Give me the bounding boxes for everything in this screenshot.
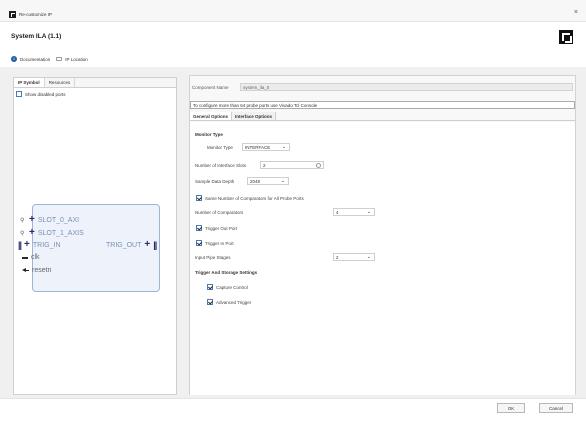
- ip-location-link[interactable]: IP Location: [65, 57, 87, 62]
- pipe-stages-label: Input Pipe Stages: [195, 255, 231, 260]
- depth-label: Sample Data Depth: [195, 179, 235, 184]
- window-title: Re-customize IP: [19, 12, 53, 17]
- port-trig-in: || + TRIG_IN: [18, 240, 61, 250]
- num-slots-label: Number of Interface Slots: [195, 163, 247, 168]
- zoom-icon: ⚲: [20, 217, 25, 224]
- info-icon: i: [11, 56, 17, 62]
- documentation-link[interactable]: Documentation: [20, 57, 50, 62]
- component-name-field: system_ila_0: [240, 83, 573, 91]
- monitor-type-value: INTERFACE: [245, 145, 271, 150]
- component-name-label: Component Name: [192, 84, 229, 90]
- clear-icon[interactable]: [316, 163, 321, 168]
- port-label: resetn: [32, 267, 52, 274]
- trigger-storage-section: Trigger And Storage Settings: [195, 270, 258, 275]
- port-label: TRIG_IN: [32, 241, 61, 249]
- chevron-down-icon: ⌄: [366, 209, 371, 215]
- capture-control-row: Capture Control: [207, 284, 248, 290]
- monitor-type-section: Monitor Type: [195, 132, 223, 137]
- port-label: SLOT_0_AXI: [37, 216, 80, 224]
- expand-plus-icon[interactable]: +: [24, 240, 30, 250]
- port-label: SLOT_1_AXIS: [37, 229, 84, 237]
- num-comparators-select[interactable]: 4 ⌄: [333, 208, 375, 216]
- vendor-logo-icon: [559, 30, 573, 44]
- pipe-stages-select[interactable]: 2 ⌄: [333, 253, 375, 261]
- advanced-trigger-row: Advanced Trigger: [207, 299, 251, 305]
- show-disabled-ports-label: Show disabled ports: [25, 91, 66, 97]
- same-comparators-label: Same Number of Comparators for All Probe…: [205, 195, 304, 201]
- app-icon: [9, 11, 16, 18]
- bus-bars-icon: ||: [18, 240, 22, 250]
- left-tab-bar: IP Symbol Resources: [14, 78, 176, 88]
- port-slot-0-axi: ⚲ + SLOT_0_AXI: [20, 215, 80, 225]
- trigger-out-row: Trigger Out Port: [196, 225, 237, 231]
- port-slot-1-axis: ⚲ + SLOT_1_AXIS: [20, 228, 84, 238]
- zoom-icon: ⚲: [20, 230, 25, 237]
- wire-icon: [22, 256, 28, 259]
- num-comparators-value: 4: [336, 210, 339, 215]
- title-bar: Re-customize IP ×: [0, 0, 586, 22]
- show-disabled-ports-row: Show disabled ports: [14, 88, 176, 100]
- port-trig-out: TRIG_OUT + ||: [106, 240, 157, 250]
- monitor-type-label: Monitor Type: [207, 145, 233, 150]
- depth-value: 2048: [250, 179, 261, 184]
- pipe-stages-value: 2: [336, 255, 339, 260]
- trigger-out-label: Trigger Out Port: [205, 225, 238, 231]
- general-options-body: Monitor Type Monitor Type INTERFACE ⌄ Nu…: [190, 122, 575, 395]
- bus-bars-icon: ||: [153, 240, 157, 250]
- num-slots-value: 2: [263, 163, 266, 168]
- ip-title: System ILA (1.1): [11, 33, 62, 40]
- port-label: clk: [31, 254, 40, 261]
- right-tab-bar: General Options Interface Options: [190, 112, 575, 121]
- capture-control-checkbox[interactable]: [207, 284, 213, 290]
- right-panel: Component Name system_ila_0 To configure…: [189, 75, 576, 395]
- header-links: i Documentation IP Location: [11, 56, 88, 62]
- trigger-out-checkbox[interactable]: [196, 225, 202, 231]
- trigger-in-label: Trigger In Port: [205, 240, 234, 246]
- close-icon[interactable]: ×: [574, 9, 578, 17]
- num-slots-field[interactable]: 2: [260, 161, 324, 169]
- cancel-button[interactable]: Cancel: [539, 403, 573, 413]
- advanced-trigger-checkbox[interactable]: [207, 299, 213, 305]
- ok-button[interactable]: OK: [497, 403, 525, 413]
- advanced-trigger-label: Advanced Trigger: [216, 299, 252, 305]
- expand-plus-icon[interactable]: +: [29, 215, 35, 225]
- folder-icon: [56, 57, 63, 61]
- tab-resources[interactable]: Resources: [45, 78, 76, 87]
- probe-ports-notice: To configure more than 64 probe ports us…: [190, 101, 575, 109]
- tab-interface-options[interactable]: Interface Options: [232, 112, 277, 120]
- reset-arrow-icon: [22, 268, 29, 273]
- chevron-down-icon: ⌄: [281, 144, 286, 150]
- dialog-footer: OK Cancel: [0, 398, 586, 430]
- port-clk: clk: [22, 254, 40, 261]
- trigger-in-checkbox[interactable]: [196, 240, 202, 246]
- chevron-down-icon: ⌄: [280, 178, 285, 184]
- trigger-in-row: Trigger In Port: [196, 240, 234, 246]
- expand-plus-icon[interactable]: +: [29, 228, 35, 238]
- component-name-row: Component Name system_ila_0: [190, 82, 575, 92]
- show-disabled-ports-checkbox[interactable]: [16, 91, 22, 97]
- dialog-content: IP Symbol Resources Show disabled ports …: [0, 67, 586, 398]
- same-comparators-row: Same Number of Comparators for All Probe…: [196, 195, 304, 201]
- left-panel: IP Symbol Resources Show disabled ports …: [13, 77, 177, 395]
- monitor-type-select[interactable]: INTERFACE ⌄: [242, 143, 290, 151]
- tab-general-options[interactable]: General Options: [190, 112, 233, 120]
- capture-control-label: Capture Control: [216, 284, 248, 290]
- same-comparators-checkbox[interactable]: [196, 195, 202, 201]
- port-resetn: resetn: [22, 267, 51, 274]
- port-label: TRIG_OUT: [106, 241, 142, 249]
- tab-ip-symbol[interactable]: IP Symbol: [14, 78, 45, 87]
- chevron-down-icon: ⌄: [366, 254, 371, 260]
- num-comparators-label: Number of Comparators: [195, 210, 244, 215]
- depth-select[interactable]: 2048 ⌄: [247, 177, 289, 185]
- dialog-header: System ILA (1.1) i Documentation IP Loca…: [0, 22, 586, 67]
- expand-plus-icon[interactable]: +: [144, 240, 150, 250]
